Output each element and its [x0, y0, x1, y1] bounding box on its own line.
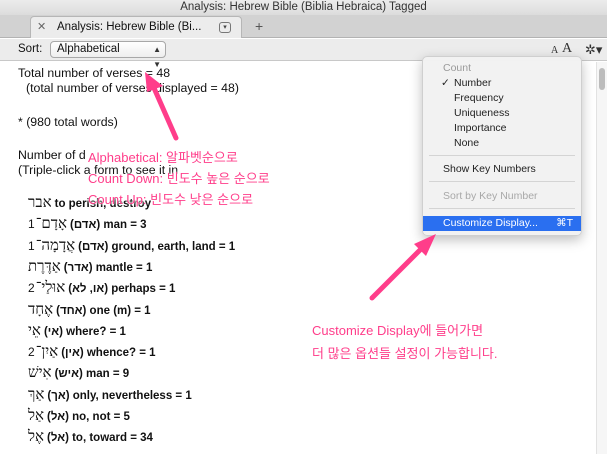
hebrew-form[interactable]: אוּלַי־ [36, 278, 66, 296]
scrollbar-thumb[interactable] [599, 68, 605, 90]
homograph-number: 1 [28, 217, 35, 232]
word-entry[interactable]: אַל (אל) no, not = 5 [28, 406, 130, 425]
hebrew-form[interactable]: אֲדָמָה־ [36, 236, 75, 254]
word-entry[interactable]: אֶל (אל) to, toward = 34 [28, 427, 153, 446]
word-entry[interactable]: אַךְ (אך) only, nevertheless = 1 [28, 385, 192, 404]
add-tab-icon[interactable]: + [255, 19, 263, 33]
hebrew-form[interactable]: אַיִן־ [36, 342, 59, 360]
sort-select-value: Alphabetical [57, 43, 120, 55]
hebrew-form[interactable]: אבר [28, 193, 52, 211]
gloss-count: (אחד) one (m) = 1 [56, 304, 151, 317]
menu-separator [429, 155, 575, 156]
homograph-number: 1 [28, 238, 35, 253]
word-entry[interactable]: 1אֲדָמָה־ (אדם) ground, earth, land = 1 [28, 236, 235, 255]
word-entry[interactable]: אִישׁ (איש) man = 9 [28, 363, 129, 382]
gloss-count: (אדם) man = 3 [70, 219, 147, 232]
tab-analysis[interactable]: ✕ Analysis: Hebrew Bible (Bi... ▾ [30, 16, 242, 38]
verses-displayed: (total number of verses displayed = 48) [26, 81, 239, 95]
menu-separator [429, 208, 575, 209]
menu-item-importance[interactable]: Importance [423, 121, 581, 136]
menu-header-count: Count [443, 62, 472, 74]
menu-item-show-key-numbers[interactable]: Show Key Numbers [423, 162, 581, 177]
annotation-customize-note-2: 더 많은 옵션들 설정이 가능합니다. [312, 346, 498, 361]
menu-item-sort-by-key-number: Sort by Key Number [443, 190, 538, 202]
menu-item-uniqueness[interactable]: Uniqueness [423, 106, 581, 121]
word-entry[interactable]: 2אוּלַי־ (או, לא) perhaps = 1 [28, 278, 175, 297]
window-titlebar: Analysis: Hebrew Bible (Biblia Hebraica)… [0, 0, 607, 15]
gloss-count: (אל) to, toward = 34 [47, 432, 153, 445]
hebrew-form[interactable]: אַךְ [28, 385, 44, 403]
sort-label: Sort: [18, 43, 43, 55]
hebrew-form[interactable]: אָדָם־ [36, 214, 67, 232]
gloss-count: (אך) only, nevertheless = 1 [47, 389, 192, 402]
hebrew-form[interactable]: אַל [28, 406, 44, 424]
menu-item-none[interactable]: None [423, 136, 581, 151]
number-of-forms: Number of d [18, 148, 86, 162]
menu-item-number[interactable]: ✓ Number [423, 76, 581, 91]
menu-separator [429, 181, 575, 182]
gloss-count: (אדר) mantle = 1 [63, 261, 153, 274]
tab-title: Analysis: Hebrew Bible (Bi... [57, 21, 202, 33]
gloss-count: (או, לא) perhaps = 1 [68, 283, 176, 296]
gloss-count: (אי) where? = 1 [43, 325, 126, 338]
menu-item-label: Customize Display... [443, 217, 538, 229]
decrease-font-button[interactable]: A [551, 45, 558, 56]
menu-shortcut: ⌘T [556, 217, 573, 229]
word-entry[interactable]: אֶחָד (אחד) one (m) = 1 [28, 300, 151, 319]
menu-item-customize-display[interactable]: Customize Display... ⌘T [423, 216, 581, 231]
close-icon[interactable]: ✕ [37, 17, 46, 37]
checkmark-icon: ✓ [441, 77, 450, 89]
display-options-menu: Count ✓ Number Frequency Uniqueness Impo… [422, 56, 582, 236]
gloss-count: (איש) man = 9 [54, 368, 130, 381]
hebrew-form[interactable]: אֶל [28, 427, 44, 445]
tab-menu-icon[interactable]: ▾ [219, 22, 231, 33]
total-verses: Total number of verses = 48 [18, 66, 171, 80]
menu-item-label: Number [454, 77, 492, 89]
sort-select[interactable]: Alphabetical ▲ ▼ [50, 41, 166, 69]
word-entry[interactable]: אַדֶּרֶת (אדר) mantle = 1 [28, 257, 152, 276]
increase-font-button[interactable]: A [562, 41, 572, 57]
word-entry[interactable]: אֵי (אי) where? = 1 [28, 321, 126, 340]
annotation-count-down: Count Down: 빈도수 높은 순으로 [88, 171, 270, 186]
hebrew-form[interactable]: אִישׁ [28, 363, 52, 381]
annotation-count-up: Count Up: 빈도수 낮은 순으로 [88, 192, 254, 207]
annotation-alphabetical: Alphabetical: 알파벳순으로 [88, 150, 238, 165]
word-entry[interactable]: 2אַיִן־ (אין) whence? = 1 [28, 342, 156, 361]
homograph-number: 2 [28, 281, 35, 296]
tab-bar: ✕ Analysis: Hebrew Bible (Bi... ▾ + [0, 15, 607, 38]
hebrew-form[interactable]: אֶחָד [28, 300, 53, 318]
gloss-count: (אדם) ground, earth, land = 1 [78, 240, 236, 253]
vertical-scrollbar[interactable] [596, 62, 607, 454]
gloss-count: (אל) no, not = 5 [47, 411, 130, 423]
homograph-number: 2 [28, 345, 35, 360]
hebrew-form[interactable]: אַדֶּרֶת [28, 257, 61, 275]
gloss-count: (אין) whence? = 1 [61, 347, 156, 360]
menu-item-frequency[interactable]: Frequency [423, 91, 581, 106]
hebrew-form[interactable]: אֵי [28, 321, 41, 339]
annotation-customize-note-1: Customize Display에 들어가면 [312, 323, 484, 338]
word-entry[interactable]: 1אָדָם־ (אדם) man = 3 [28, 214, 147, 233]
total-words: * (980 total words) [18, 115, 118, 129]
window-title: Analysis: Hebrew Bible (Biblia Hebraica)… [180, 1, 427, 13]
gear-icon[interactable]: ✲▾ [585, 42, 602, 58]
